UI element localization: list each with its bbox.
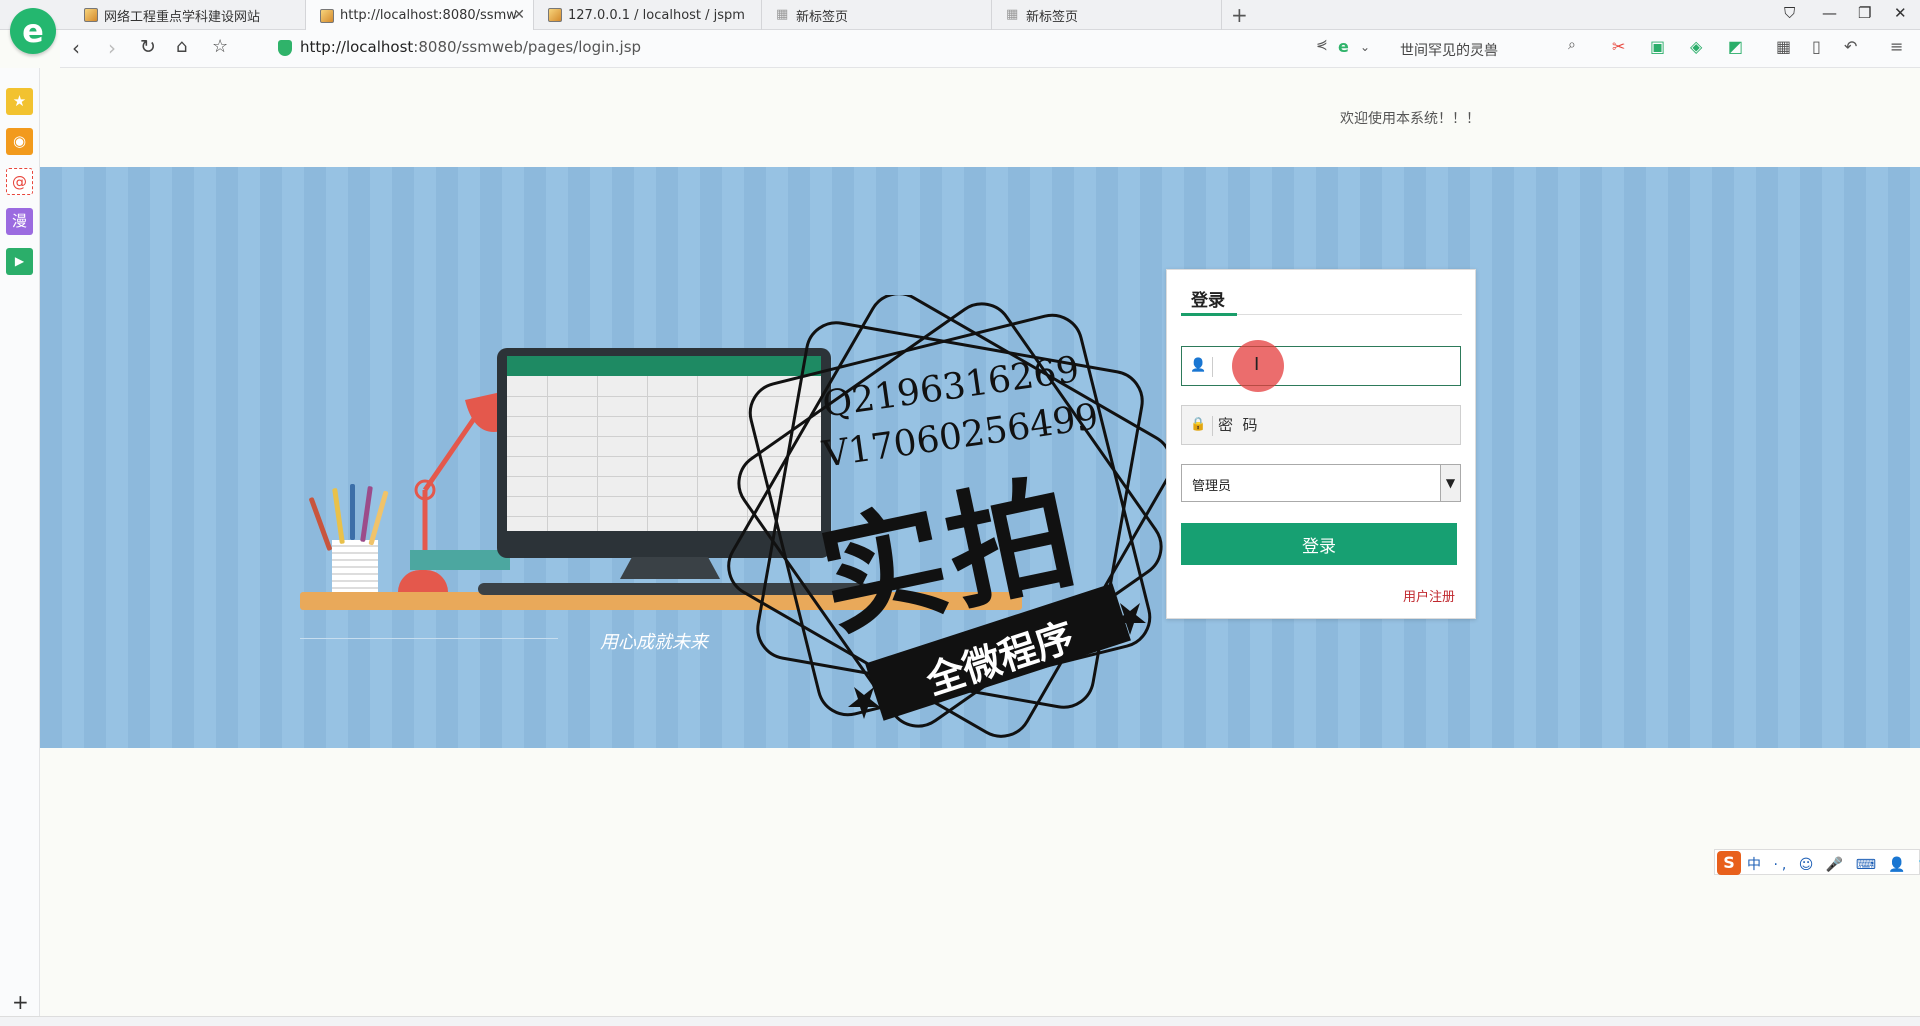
menu-icon[interactable]: ≡ bbox=[1890, 37, 1903, 56]
tab-label: 127.0.0.1 / localhost / jspminz bbox=[568, 7, 744, 23]
tab-2[interactable]: http://localhost:8080/ssmweb/ ✕ bbox=[306, 0, 534, 31]
tab-1[interactable]: 网络工程重点学科建设网站 bbox=[70, 0, 306, 30]
search-icon[interactable]: ⌕ bbox=[1568, 37, 1576, 53]
browser-logo-icon[interactable]: e bbox=[10, 8, 56, 54]
home-icon[interactable]: ⌂ bbox=[176, 36, 187, 57]
status-bar bbox=[0, 1016, 1920, 1026]
translate-icon[interactable]: ▣ bbox=[1650, 37, 1665, 56]
page-favicon-icon bbox=[84, 8, 98, 22]
username-field[interactable]: 👤 bbox=[1181, 346, 1461, 386]
url-path: :8080/ssmweb/pages/login.jsp bbox=[413, 38, 642, 56]
books-illustration bbox=[410, 550, 510, 570]
new-tab-icon[interactable]: + bbox=[1231, 3, 1248, 27]
screenshot-icon[interactable]: ✂ bbox=[1612, 37, 1625, 56]
skin-icon[interactable]: ⛉ bbox=[1784, 4, 1795, 22]
chevron-down-icon[interactable]: ▼ bbox=[1440, 465, 1460, 501]
forward-icon[interactable]: › bbox=[108, 36, 116, 60]
navigation-bar: ‹ › ↻ ⌂ ☆ http://localhost:8080/ssmweb/p… bbox=[60, 30, 1920, 68]
sogou-logo-icon[interactable]: S bbox=[1717, 851, 1741, 875]
login-title: 登录 bbox=[1191, 291, 1225, 311]
password-field[interactable]: 🔒 bbox=[1181, 405, 1461, 445]
banner-tagline: 用心成就未来 bbox=[600, 632, 708, 653]
security-shield-icon bbox=[278, 40, 292, 56]
welcome-message: 欢迎使用本系统！！！ bbox=[1340, 111, 1480, 127]
register-link[interactable]: 用户注册 bbox=[1403, 586, 1455, 605]
grid-icon: ▦ bbox=[776, 7, 789, 22]
role-selected-value: 管理员 bbox=[1192, 479, 1232, 494]
ime-toolbar: S 中 ·, ☺ 🎤 ⌨ 👤 👕 ▦ bbox=[1714, 849, 1920, 875]
monitor-stand-illustration bbox=[620, 557, 720, 579]
star-icon[interactable]: ☆ bbox=[212, 36, 228, 57]
comic-sidebar-icon[interactable]: 漫 bbox=[6, 208, 33, 235]
ime-tools[interactable]: 中 ·, ☺ 🎤 ⌨ 👤 👕 ▦ bbox=[1747, 854, 1920, 874]
undo-icon[interactable]: ↶ bbox=[1844, 37, 1857, 56]
role-select[interactable]: 管理员 ▼ bbox=[1181, 464, 1461, 502]
active-tab-indicator bbox=[1181, 313, 1237, 316]
coupon-icon[interactable]: ◈ bbox=[1690, 37, 1702, 56]
search-input[interactable]: 世间罕见的灵兽 bbox=[1400, 40, 1498, 60]
mail-sidebar-icon[interactable]: @ bbox=[6, 168, 33, 195]
tab-label: 新标签页 bbox=[796, 9, 849, 25]
decorative-line bbox=[300, 638, 558, 639]
mobile-icon[interactable]: ▯ bbox=[1812, 37, 1821, 56]
weibo-sidebar-icon[interactable]: ◉ bbox=[6, 128, 33, 155]
add-sidebar-icon[interactable]: + bbox=[12, 990, 29, 1014]
apps-icon[interactable]: ▦ bbox=[1776, 37, 1791, 56]
text-cursor-icon: I bbox=[1254, 354, 1260, 375]
tab-label: http://localhost:8080/ssmweb/ bbox=[340, 8, 516, 23]
ie-mode-icon[interactable]: e bbox=[1338, 37, 1349, 56]
pencil-cup-illustration bbox=[332, 540, 378, 592]
favorites-sidebar-icon[interactable]: ★ bbox=[6, 88, 33, 115]
pencil-illustration bbox=[350, 484, 355, 540]
tab-5[interactable]: ▦ 新标签页 bbox=[992, 0, 1222, 30]
address-bar[interactable]: http://localhost:8080/ssmweb/pages/login… bbox=[300, 38, 641, 56]
chevron-down-icon[interactable]: ⌄ bbox=[1360, 40, 1370, 54]
tab-3[interactable]: 127.0.0.1 / localhost / jspminz bbox=[534, 0, 762, 30]
tab-label: 网络工程重点学科建设网站 bbox=[104, 9, 261, 25]
sidebar: ★ ◉ @ 漫 ▶ bbox=[0, 68, 40, 1026]
refresh-icon[interactable]: ↻ bbox=[140, 36, 156, 58]
login-button[interactable]: 登录 bbox=[1181, 523, 1457, 565]
mouse-cursor-highlight: I bbox=[1232, 340, 1284, 392]
minimize-icon[interactable]: — bbox=[1822, 4, 1837, 22]
login-panel: 登录 👤 🔒 管理员 ▼ 登录 用户注册 bbox=[1166, 269, 1476, 619]
grid-icon: ▦ bbox=[1006, 7, 1019, 22]
video-sidebar-icon[interactable]: ▶ bbox=[6, 248, 33, 275]
url-host: http://localhost bbox=[300, 38, 414, 56]
game-icon[interactable]: ◩ bbox=[1728, 37, 1743, 56]
lock-icon: 🔒 bbox=[1190, 417, 1207, 432]
tab-4[interactable]: ▦ 新标签页 bbox=[762, 0, 992, 30]
close-window-icon[interactable]: ✕ bbox=[1894, 4, 1907, 22]
tab-label: 新标签页 bbox=[1026, 9, 1079, 25]
password-input[interactable] bbox=[1218, 414, 1454, 436]
back-icon[interactable]: ‹ bbox=[72, 36, 80, 60]
page-favicon-icon bbox=[320, 8, 334, 23]
restore-icon[interactable]: ❐ bbox=[1858, 4, 1871, 22]
close-tab-icon[interactable]: ✕ bbox=[513, 7, 525, 23]
pma-favicon-icon bbox=[548, 8, 562, 22]
tab-strip: 网络工程重点学科建设网站 http://localhost:8080/ssmwe… bbox=[0, 0, 1920, 31]
share-icon[interactable]: ⋞ bbox=[1316, 37, 1328, 53]
user-icon: 👤 bbox=[1190, 358, 1207, 373]
